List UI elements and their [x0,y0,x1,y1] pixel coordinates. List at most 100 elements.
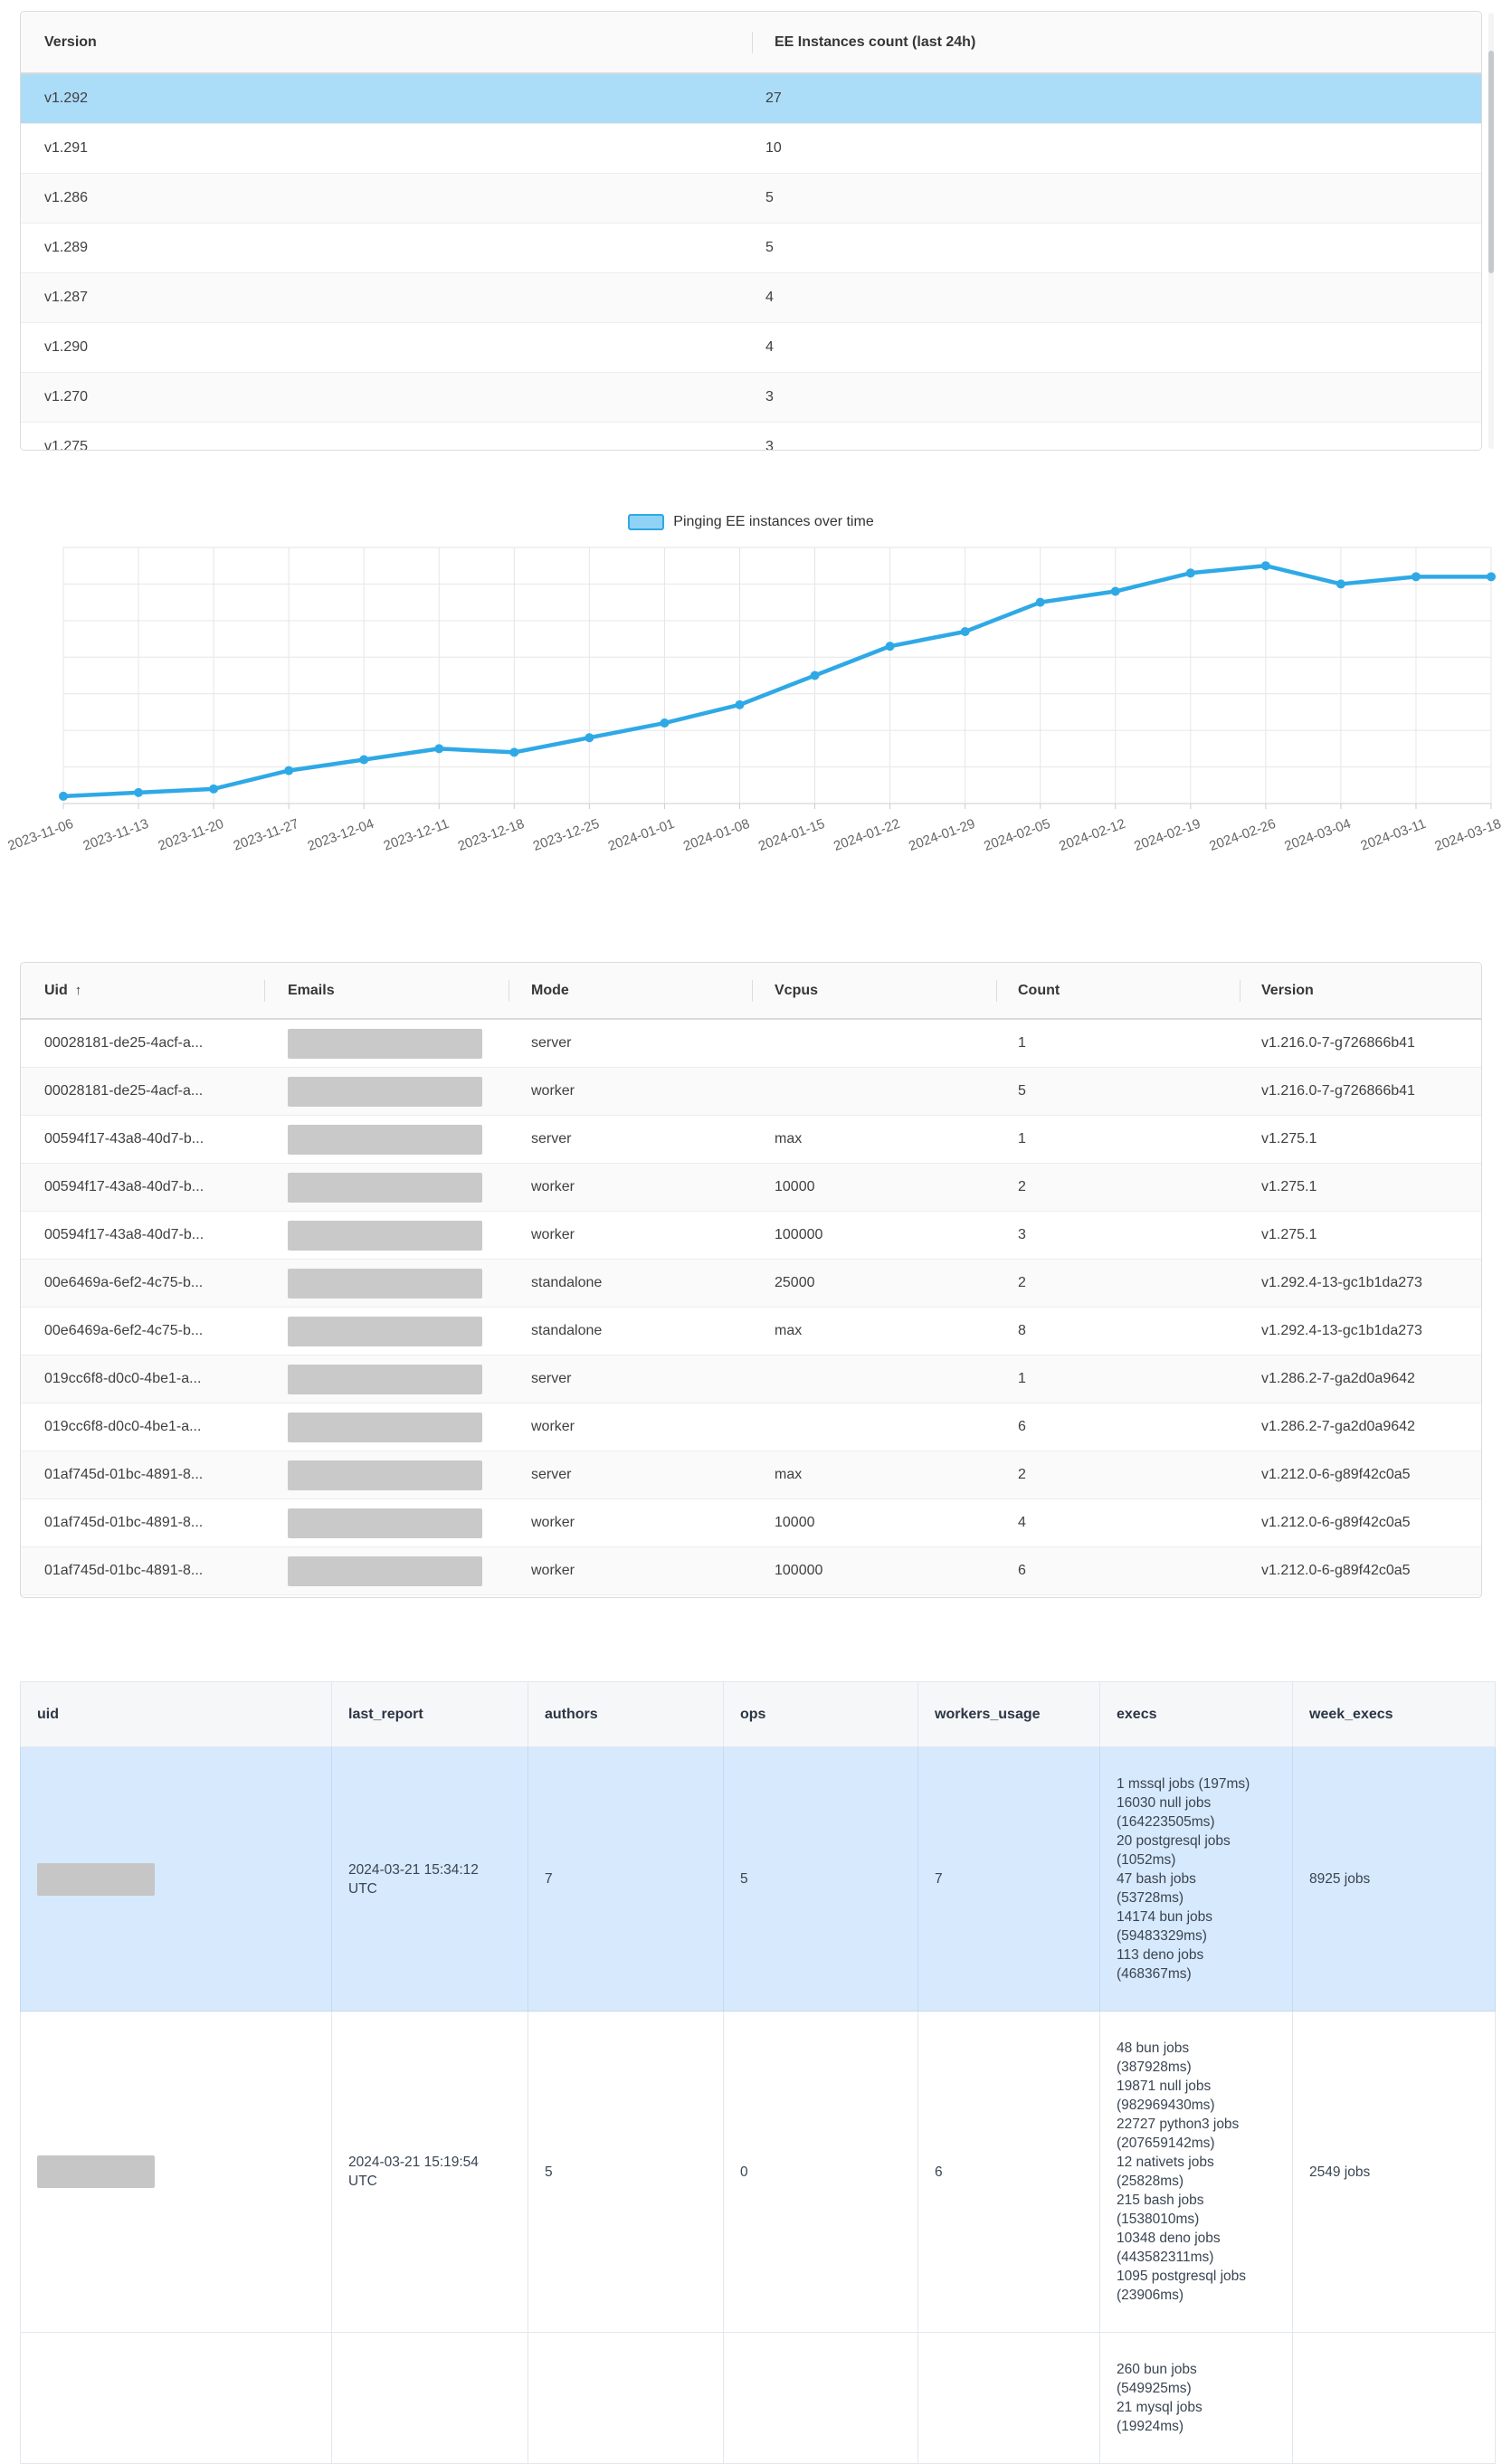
table-row[interactable]: v1.275 3 [21,423,1481,451]
column-header-ee-instances-count[interactable]: EE Instances count (last 24h) [751,12,1481,72]
data-point[interactable] [284,766,293,775]
week-execs-cell: 2549 jobs [1293,2012,1496,2333]
version-count-table: Version EE Instances count (last 24h) v1… [20,11,1482,451]
report-table: uid last_report authors ops workers_usag… [20,1681,1496,2464]
mode-cell: server [508,1371,751,1387]
table-row[interactable]: v1.290 4 [21,323,1481,373]
column-header-uid[interactable]: Uid ↑ [21,963,264,1018]
data-point[interactable] [1036,598,1045,607]
version-cell: v1.286 [21,190,751,206]
table-row[interactable]: v1.270 3 [21,373,1481,423]
emails-cell [264,1413,508,1442]
version-table-header: Version EE Instances count (last 24h) [21,12,1481,74]
data-point[interactable] [434,744,443,753]
count-cell: 2 [994,1179,1238,1195]
column-header-version[interactable]: Version [1238,963,1481,1018]
instance-row[interactable]: 00e6469a-6ef2-4c75-b... standalone max 8… [21,1308,1481,1356]
data-point[interactable] [811,671,820,680]
instance-row[interactable]: 019cc6f8-d0c0-4be1-a... server 1 v1.286.… [21,1356,1481,1403]
data-point[interactable] [1111,587,1120,596]
execs-line: 20 postgresql jobs [1117,1831,1276,1850]
table-row[interactable]: v1.287 4 [21,273,1481,323]
redacted-email-block [288,1077,482,1107]
execs-line: 47 bash jobs [1117,1869,1276,1888]
execs-line: (23906ms) [1117,2286,1276,2305]
week-execs-cell: 8925 jobs [1293,1747,1496,2012]
scrollbar-thumb[interactable] [1488,51,1494,273]
uid-cell: 00028181-de25-4acf-a... [21,1083,264,1099]
instance-row[interactable]: 00594f17-43a8-40d7-b... server max 1 v1.… [21,1116,1481,1164]
version-cell: v1.287 [21,290,751,306]
emails-cell [264,1077,508,1107]
data-point[interactable] [59,792,68,801]
data-point[interactable] [1487,572,1496,581]
uid-cell: 01af745d-01bc-4891-8... [21,1467,264,1483]
table-row[interactable]: v1.292 27 [21,74,1481,124]
execs-line: (53728ms) [1117,1888,1276,1907]
x-axis-label: 2024-03-18 [1432,816,1502,854]
instance-row[interactable]: 00594f17-43a8-40d7-b... worker 100000 3 … [21,1212,1481,1260]
instance-row[interactable]: 00e6469a-6ef2-4c75-b... standalone 25000… [21,1260,1481,1308]
table-row[interactable]: v1.289 5 [21,224,1481,273]
column-header-emails[interactable]: Emails [264,963,508,1018]
version-cell: v1.286.2-7-ga2d0a9642 [1238,1419,1481,1435]
execs-line: 10348 deno jobs [1117,2229,1276,2248]
data-point[interactable] [961,627,970,636]
data-point[interactable] [134,788,143,797]
instance-row[interactable]: 01af745d-01bc-4891-8... worker 100000 6 … [21,1547,1481,1595]
vcpus-cell: 100000 [751,1563,994,1579]
instance-row[interactable]: 00028181-de25-4acf-a... server 1 v1.216.… [21,1020,1481,1068]
data-point[interactable] [886,642,895,651]
data-point[interactable] [660,718,669,728]
instance-row[interactable]: 00594f17-43a8-40d7-b... worker 10000 2 v… [21,1164,1481,1212]
version-cell: v1.212.0-6-g89f42c0a5 [1238,1515,1481,1531]
version-cell: v1.275.1 [1238,1131,1481,1147]
instance-row[interactable]: 00028181-de25-4acf-a... worker 5 v1.216.… [21,1068,1481,1116]
report-row[interactable]: 2024-03-21 15:34:12 UTC 7 5 7 1 mssql jo… [21,1747,1496,2012]
data-point[interactable] [359,755,368,764]
chart-legend[interactable]: Pinging EE instances over time [0,510,1502,534]
ee-instances-chart: 2023-11-062023-11-132023-11-202023-11-27… [0,507,1502,869]
data-point[interactable] [735,700,744,709]
uid-cell: 00028181-de25-4acf-a... [21,1035,264,1051]
x-axis-label: 2023-12-18 [456,816,527,854]
data-point[interactable] [1412,572,1421,581]
data-point[interactable] [585,733,594,742]
version-cell: v1.286.2-7-ga2d0a9642 [1238,1371,1481,1387]
version-cell: v1.292.4-13-gc1b1da273 [1238,1323,1481,1339]
line-chart[interactable]: 2023-11-062023-11-132023-11-202023-11-27… [0,507,1502,869]
report-table-header: uid last_report authors ops workers_usag… [21,1682,1496,1747]
mode-cell: server [508,1131,751,1147]
legend-swatch-icon [628,514,664,530]
count-cell: 1 [994,1131,1238,1147]
authors-cell: 5 [528,2012,724,2333]
table-row[interactable]: v1.286 5 [21,174,1481,224]
vcpus-cell: max [751,1467,994,1483]
x-axis-label: 2024-03-11 [1358,816,1428,854]
execs-line: (443582311ms) [1117,2248,1276,2267]
data-point[interactable] [1261,561,1270,570]
data-point[interactable] [1186,568,1195,577]
x-axis-label: 2024-01-15 [756,816,827,854]
instance-row[interactable]: 019cc6f8-d0c0-4be1-a... worker 6 v1.286.… [21,1403,1481,1451]
x-axis-label: 2023-11-13 [81,816,151,854]
redacted-email-block [288,1460,482,1490]
column-header-mode[interactable]: Mode [508,963,751,1018]
instance-row[interactable]: 01af745d-01bc-4891-8... worker 10000 4 v… [21,1499,1481,1547]
column-header-version[interactable]: Version [21,12,751,72]
uid-cell [21,2012,332,2333]
data-point[interactable] [509,747,518,756]
table-row[interactable]: v1.291 10 [21,124,1481,174]
x-axis-label: 2024-01-08 [681,816,752,854]
instance-row[interactable]: 01af745d-01bc-4891-8... server max 2 v1.… [21,1451,1481,1499]
data-point[interactable] [209,785,218,794]
data-point[interactable] [1336,579,1345,588]
x-axis-label: 2023-11-06 [5,816,75,854]
column-header-count[interactable]: Count [994,963,1238,1018]
report-row[interactable]: 260 bun jobs(549925ms)21 mysql jobs(1992… [21,2333,1496,2464]
execs-line: (1052ms) [1117,1850,1276,1869]
mode-cell: worker [508,1563,751,1579]
column-header-vcpus[interactable]: Vcpus [751,963,994,1018]
report-row[interactable]: 2024-03-21 15:19:54 UTC 5 0 6 48 bun job… [21,2012,1496,2333]
uid-cell: 019cc6f8-d0c0-4be1-a... [21,1371,264,1387]
